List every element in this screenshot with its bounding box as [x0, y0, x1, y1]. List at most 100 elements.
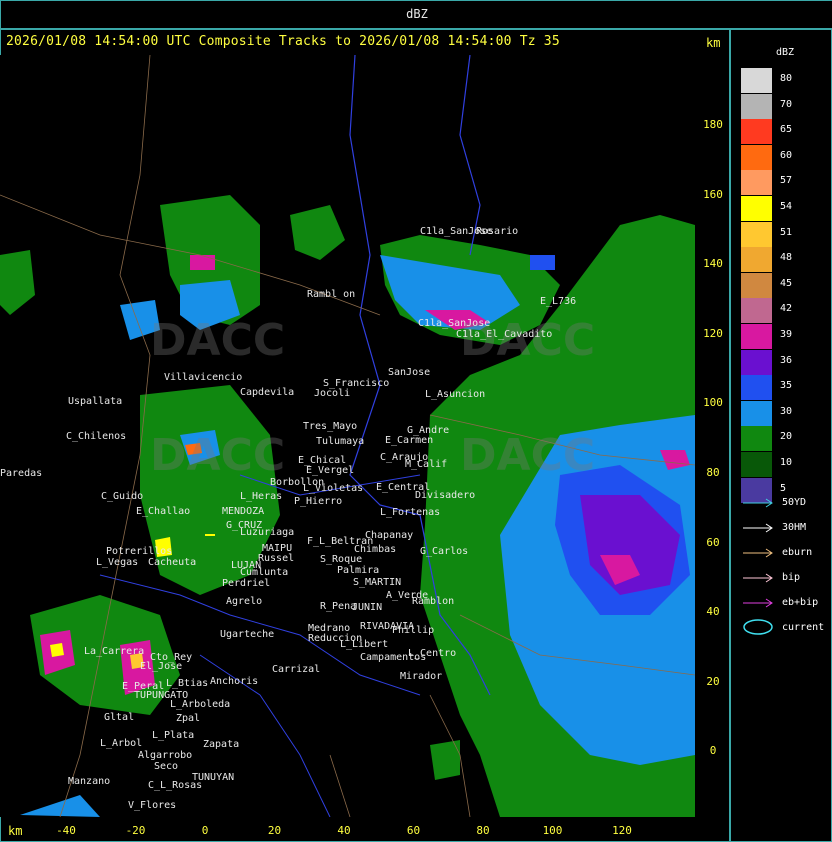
place-label: Algarrobo [138, 750, 193, 761]
place-label: C_Guido [101, 491, 144, 502]
y-tick-label: 180 [703, 118, 723, 131]
place-label: Zpal [176, 713, 201, 724]
legend-swatch [741, 400, 772, 426]
x-tick-label: 80 [476, 824, 490, 837]
track-arrow-icon [743, 598, 773, 608]
x-tick-label: 40 [337, 824, 351, 837]
place-label: L_Vegas [96, 557, 139, 568]
place-label: L_Btias [166, 678, 209, 689]
legend-label: 51 [780, 226, 793, 238]
place-label: Palmira [337, 565, 380, 576]
legend-swatch [741, 93, 772, 119]
place-label: L_Arbol [100, 738, 143, 749]
place-label: Potrerillos [106, 546, 173, 557]
place-label: Tulumaya [316, 436, 365, 447]
place-label: P_Hierro [294, 496, 343, 507]
x-tick-label: 60 [406, 824, 421, 837]
legend-label: 20 [780, 431, 793, 443]
track-label: eburn [782, 547, 813, 558]
legend-label: 57 [780, 175, 793, 187]
x-tick-label: -40 [56, 824, 76, 837]
legend-label: 48 [780, 252, 793, 264]
place-label: L_Fortenas [380, 507, 441, 518]
place-label: M_Calif [405, 459, 448, 470]
place-label: S_Roque [320, 554, 363, 565]
place-label: Cumlunta [240, 567, 289, 578]
current-ellipse-icon [743, 619, 773, 635]
track-label: bip [782, 572, 801, 583]
legend-swatch [741, 144, 772, 170]
legend-label: 35 [780, 380, 793, 392]
title-bar: dBZ [0, 0, 832, 30]
place-label: Cacheuta [148, 557, 197, 568]
place-label: La_Carrera [84, 646, 145, 657]
place-label: L_Libert [340, 639, 389, 650]
place-label: C1la_SanJose [418, 318, 491, 329]
y-tick-label: 120 [703, 326, 723, 340]
place-label: L_Violetas [303, 483, 364, 494]
place-label: Phillip [392, 625, 435, 636]
x-tick-label: 0 [201, 824, 209, 837]
legend-swatch [741, 170, 772, 196]
legend-label: 5 [780, 482, 787, 494]
place-label: Capdevila [240, 387, 295, 398]
legend-swatch [741, 221, 772, 247]
place-label: S_MARTIN [353, 577, 402, 588]
legend-swatch [741, 68, 772, 93]
place-label: Villavicencio [164, 372, 243, 383]
place-label: Agrelo [226, 596, 263, 607]
place-label: C_Chilenos [66, 431, 127, 442]
legend-label: 39 [780, 329, 793, 340]
x-axis-unit: km [8, 824, 23, 838]
place-label: R_Pena [320, 601, 357, 612]
legend-label: 42 [780, 303, 793, 315]
place-label: Manzano [68, 776, 111, 787]
track-label: eb+bip [782, 597, 819, 608]
legend-swatch [741, 375, 772, 401]
y-tick-label: 20 [706, 674, 720, 688]
place-label: Uspallata [68, 396, 123, 407]
place-label: El_Jose [140, 661, 183, 672]
x-tick-label: 100 [542, 824, 563, 837]
place-label: Perdriel [222, 578, 271, 589]
y-tick-label: 0 [709, 744, 717, 758]
legend-label: 60 [780, 149, 793, 161]
place-label: Anchoris [210, 676, 259, 687]
legend-swatch [741, 426, 772, 452]
legend-swatch [741, 247, 772, 273]
place-label: MENDOZA [222, 506, 265, 517]
watermark-logo: DACC [150, 315, 286, 366]
track-arrow-icon [743, 498, 773, 508]
place-label: Russel [258, 553, 295, 564]
y-axis-unit: km [706, 36, 721, 50]
place-label: L_Heras [240, 491, 283, 502]
y-tick-label: 100 [703, 396, 723, 410]
legend-swatch [741, 196, 772, 221]
place-label: Luzuriaga [240, 527, 295, 538]
track-label: current [782, 622, 825, 633]
x-tick-label: -20 [125, 824, 146, 837]
place-label: L_Arboleda [170, 699, 231, 710]
place-label: JUNIN [352, 602, 383, 613]
legend-label: 54 [780, 201, 793, 212]
place-label: C1la_SanJose [420, 226, 493, 237]
place-label: Rambl on [307, 289, 356, 300]
track-label: 50YD [782, 497, 807, 508]
track-label: 30HM [782, 522, 807, 533]
watermark-logo: DACC [150, 430, 286, 481]
legend-label: 45 [780, 277, 793, 289]
place-label: E_L736 [540, 296, 577, 307]
place-label: Divisadero [415, 490, 476, 501]
place-label: L_Asuncion [425, 389, 486, 400]
y-tick-label: 80 [706, 466, 720, 479]
legend-label: 10 [780, 457, 793, 468]
track-arrow-icon [743, 573, 773, 583]
place-label: E_Vergel [306, 465, 355, 476]
place-label: Ramblon [412, 596, 455, 607]
legend-swatch [741, 349, 772, 375]
place-label: Jocoli [314, 388, 351, 399]
place-label: Ugarteche [220, 629, 275, 640]
y-tick-label: 40 [706, 605, 720, 619]
place-label: Tres_Mayo [303, 421, 358, 432]
place-label: L_Centro [408, 648, 457, 659]
